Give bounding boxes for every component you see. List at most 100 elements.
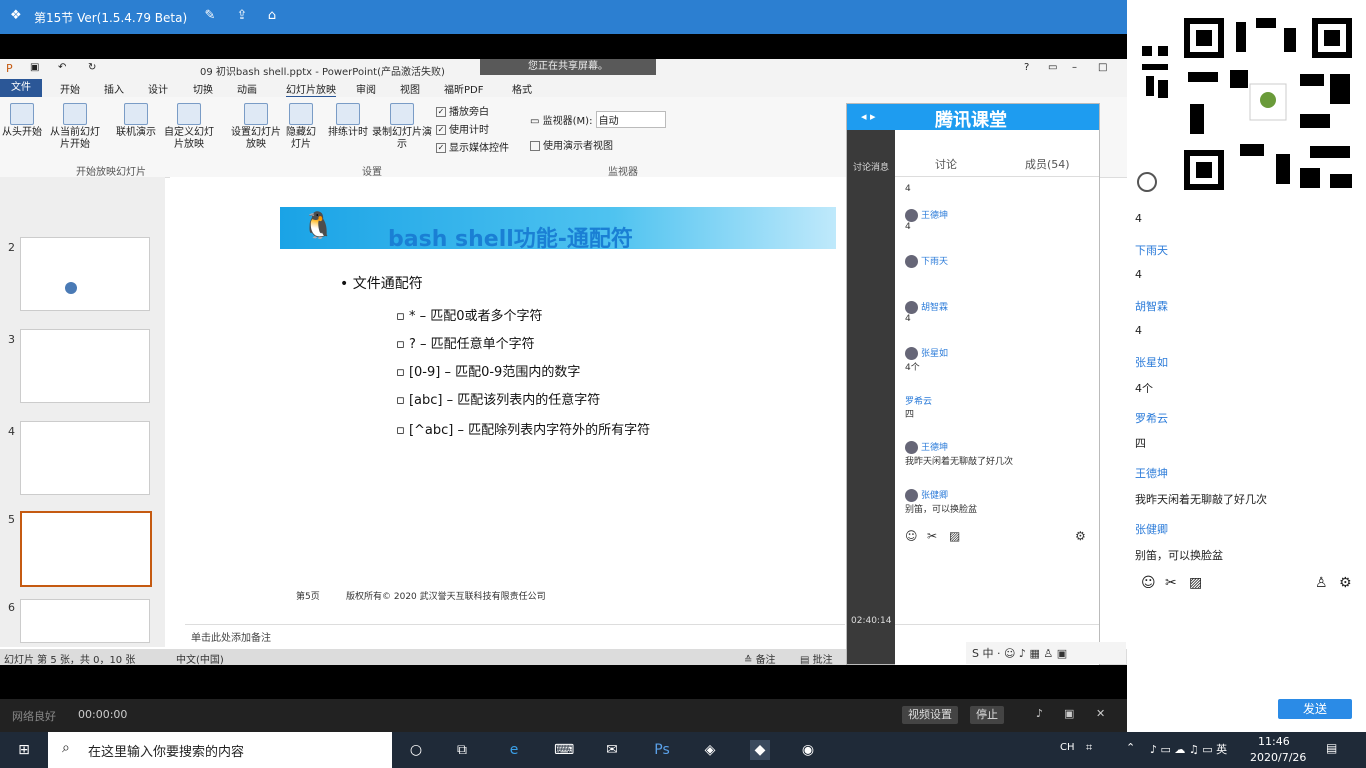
video-settings-button[interactable]: 视频设置	[902, 706, 958, 724]
tc-discuss-label[interactable]: 讨论消息	[853, 160, 889, 173]
tab-home[interactable]: 开始	[60, 81, 80, 96]
thumb-slide-2[interactable]	[20, 237, 150, 311]
rchat-msg-name: 张健卿	[1135, 523, 1168, 536]
monitor-select[interactable]: ▭ 监视器(M): 自动	[530, 111, 666, 128]
tab-foxit-pdf[interactable]: 福昕PDF	[444, 81, 483, 96]
rehearse-label: 排练计时	[328, 127, 368, 138]
rchat-input[interactable]	[1133, 600, 1359, 690]
tab-insert[interactable]: 插入	[104, 81, 124, 96]
tab-review[interactable]: 审阅	[356, 81, 376, 96]
tab-members[interactable]: 成员(54)	[1025, 156, 1070, 172]
clock-date[interactable]: 2020/7/26	[1250, 751, 1306, 764]
live-time: 00:00:00	[78, 708, 128, 721]
tc-logo: 腾讯课堂	[935, 110, 1007, 131]
notes-pane[interactable]: 单击此处添加备注	[185, 624, 845, 647]
avatar	[905, 489, 918, 502]
tc-msg-name: 张健卿	[921, 491, 949, 501]
notes-button[interactable]: ≙ 备注	[744, 651, 776, 666]
tc-msg-text: 4	[905, 184, 911, 194]
thumb-slide-3[interactable]	[20, 329, 150, 403]
tray-icons[interactable]: ♪ ▭ ☁ ♫ ▭ 英	[1150, 741, 1227, 757]
custom-show-button[interactable]: 自定义幻灯片放映	[164, 103, 214, 151]
hide-slide-button[interactable]: 隐藏幻灯片	[286, 103, 316, 151]
scissors-icon[interactable]: ✂	[927, 529, 937, 543]
image-icon[interactable]: ▨	[949, 529, 960, 543]
close-icon[interactable]: ✕	[1096, 707, 1105, 720]
photoshop-icon[interactable]: Ps	[652, 740, 672, 760]
sub-bullet: ▫ [0-9] – 匹配0-9范围内的数字	[396, 365, 581, 380]
maximize-icon[interactable]: □	[1098, 62, 1107, 73]
image-icon[interactable]: ▨	[1189, 575, 1202, 591]
video-call-icon[interactable]: ◉	[798, 740, 818, 760]
online-present-button[interactable]: 联机演示	[112, 103, 160, 139]
sub-bullet-text: [^abc] – 匹配除列表内字符外的所有字符	[408, 423, 651, 438]
ime-indicator[interactable]: CH	[1060, 742, 1075, 753]
tab-format[interactable]: 格式	[512, 81, 532, 96]
narration-checkbox[interactable]: ✓ 播放旁白	[436, 103, 489, 118]
thumb-slide-4[interactable]	[20, 421, 150, 495]
scissors-icon[interactable]: ✂	[1165, 575, 1177, 591]
tab-discuss[interactable]: 讨论	[935, 156, 957, 172]
rehearse-button[interactable]: 排练计时	[326, 103, 370, 139]
tab-slideshow[interactable]: 幻灯片放映	[286, 81, 336, 98]
minimize-icon[interactable]: –	[1072, 62, 1077, 73]
tab-file[interactable]: 文件	[0, 79, 42, 97]
mail-icon[interactable]: ✉	[602, 740, 622, 760]
from-start-button[interactable]: 从头开始	[2, 103, 42, 139]
restore-icon[interactable]: ▭	[1048, 62, 1057, 73]
share-tip: 您正在共享屏幕。	[480, 59, 656, 75]
record-button[interactable]: 录制幻灯片演示	[372, 103, 432, 151]
cortana-icon[interactable]: ○	[406, 740, 426, 760]
task-view-icon[interactable]: ⧉	[452, 740, 472, 760]
mic-icon[interactable]: ♪	[1036, 707, 1043, 720]
add-user-icon[interactable]: ♙	[1315, 575, 1328, 591]
edge-icon[interactable]: e	[504, 740, 524, 760]
ime-grid-icon[interactable]: ⌗	[1086, 741, 1092, 755]
redo-icon[interactable]: ↻	[88, 62, 96, 73]
share-icon[interactable]: ⇪	[234, 8, 250, 24]
tc-tabs: 讨论 成员(54)	[895, 130, 1099, 177]
thumb-slide-6[interactable]	[20, 599, 150, 643]
taskbar-search[interactable]: ⌕ 在这里输入你要搜索的内容	[48, 732, 392, 768]
tc-msg-text: 四	[905, 410, 915, 420]
stop-button[interactable]: 停止	[970, 706, 1004, 724]
thumb-slide-5[interactable]	[20, 511, 152, 587]
emoji-icon[interactable]: ☺	[1141, 575, 1156, 591]
comments-button[interactable]: ▤ 批注	[800, 651, 833, 666]
timing-checkbox[interactable]: ✓ 使用计时	[436, 121, 489, 136]
tc-msg-text: 4	[905, 314, 911, 324]
chevron-up-icon[interactable]: ⌃	[1126, 741, 1135, 754]
help-icon[interactable]: ?	[1024, 62, 1029, 73]
monitor-value[interactable]: 自动	[595, 111, 666, 128]
slide-info: 幻灯片 第 5 张，共 0，10 张	[4, 655, 136, 666]
ime-icons[interactable]: S 中 · ☺ ♪ ▦ ♙ ▣	[972, 645, 1067, 661]
tab-design[interactable]: 设计	[148, 81, 168, 96]
tab-transitions[interactable]: 切换	[193, 81, 213, 96]
app-logo-icon: ❖	[10, 8, 22, 23]
emoji-icon[interactable]: ☺	[905, 529, 918, 543]
slide-canvas[interactable]: 🐧 bash shell功能-通配符 • 文件通配符 ▫ * – 匹配0或者多个…	[170, 177, 846, 607]
save-icon[interactable]: ▣	[30, 62, 39, 73]
notification-icon[interactable]: ▤	[1326, 741, 1337, 755]
app-icon[interactable]: ◈	[700, 740, 720, 760]
gear-icon[interactable]: ⚙	[1075, 529, 1086, 543]
camera-icon[interactable]: ▣	[1064, 707, 1074, 720]
windows-start-icon[interactable]: ⊞	[14, 740, 34, 760]
edit-icon[interactable]: ✎	[202, 8, 218, 24]
tab-animations[interactable]: 动画	[237, 81, 257, 96]
send-button[interactable]: 发送	[1278, 699, 1352, 719]
tencent-classroom-icon[interactable]: ◆	[750, 740, 770, 760]
gear-icon[interactable]: ⚙	[1339, 575, 1352, 591]
from-current-button[interactable]: 从当前幻灯片开始	[46, 103, 104, 151]
media-checkbox[interactable]: ✓ 显示媒体控件	[436, 139, 509, 154]
undo-icon[interactable]: ↶	[58, 62, 66, 73]
clock-time[interactable]: 11:46	[1258, 735, 1290, 748]
presenter-view-checkbox[interactable]: 使用演示者视图	[530, 137, 613, 152]
setup-show-button[interactable]: 设置幻灯片放映	[228, 103, 284, 151]
tab-view[interactable]: 视图	[400, 81, 420, 96]
language: 中文(中国)	[176, 655, 224, 666]
thumb-graphic	[65, 282, 77, 294]
keyboard-icon[interactable]: ⌨	[554, 740, 574, 760]
tc-nav-icon[interactable]: ◂ ▸	[861, 110, 876, 123]
home-icon[interactable]: ⌂	[264, 8, 280, 24]
